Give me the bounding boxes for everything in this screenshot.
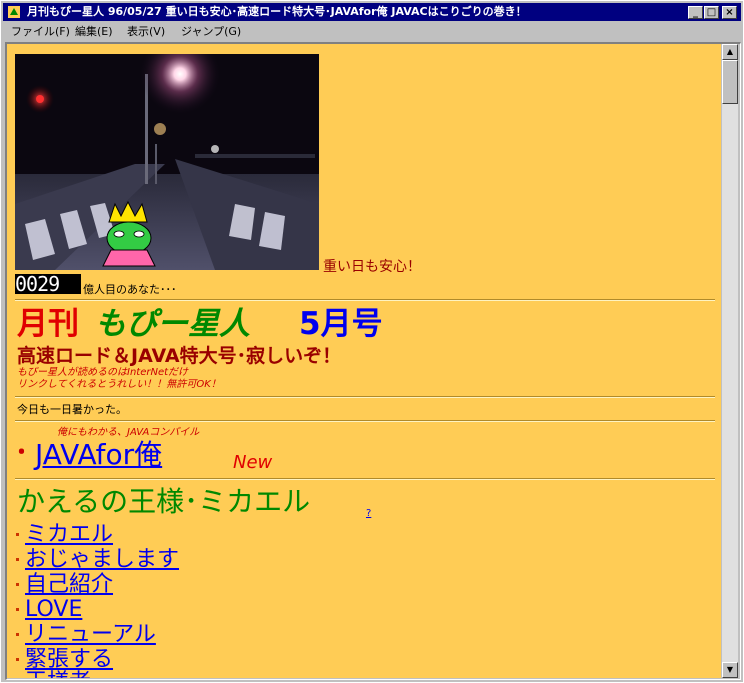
subtitle: 高速ロード＆JAVA特大号･寂しいぞ！ [17,345,342,367]
minimize-button[interactable]: _ [688,6,703,19]
divider [15,396,715,398]
scroll-up-button[interactable]: ▲ [722,44,738,60]
link-love[interactable]: LOVE [25,597,82,623]
scroll-down-button[interactable]: ▼ [722,662,738,678]
list-bullet [16,533,19,536]
link-renewal[interactable]: リニューアル [25,622,156,648]
title-gekkan: 月刊 [17,306,79,342]
photo-illustration [15,54,319,270]
java-for-me-link[interactable]: JAVAfor俺 [35,438,162,472]
scroll-thumb[interactable] [722,60,738,104]
menu-file[interactable]: ファイル(F) [11,22,70,41]
menu-edit[interactable]: 編集(E) [75,22,113,41]
link-michael[interactable]: ミカエル [25,522,113,548]
divider [15,420,715,422]
night-street-photo [15,54,319,270]
vertical-scrollbar[interactable]: ▲ ▼ [722,44,738,678]
help-link[interactable]: ? [366,508,371,520]
maximize-button[interactable]: □ [704,6,719,19]
photo-caption: 重い日も安心！ [323,259,421,275]
list-bullet [16,583,19,586]
link-king[interactable]: 王様者 [25,670,91,678]
java-bullet: ･ [15,438,29,468]
page-viewport[interactable]: 重い日も安心！ 0029 億人目のあなた･･･ 月刊 もぴー星人 5月号 高速ロ… [7,44,721,678]
menu-view[interactable]: 表示(V) [127,22,165,41]
list-bullet [16,608,19,611]
counter-suffix: 億人目のあなた･･･ [83,283,177,296]
visitor-counter: 0029 [15,274,81,294]
list-bullet [16,558,19,561]
title-bar[interactable]: 月刊もぴー星人 96/05/27 重い日も安心･高速ロード特大号･JAVAfor… [3,3,741,21]
menu-jump[interactable]: ジャンプ(G) [181,22,241,41]
menu-bar: ファイル(F) 編集(E) 表示(V) ジャンプ(G) [3,22,741,41]
list-bullet [16,633,19,636]
link-self-intro[interactable]: 自己紹介 [25,572,113,598]
new-badge: New [233,452,273,473]
close-button[interactable]: × [722,6,737,19]
title-issue: 5月号 [299,306,383,342]
note-link: リンクしてくれるとうれしい！！無許可OK！ [17,379,221,390]
app-icon [7,5,21,19]
divider [15,478,715,480]
divider [15,299,715,301]
window-title: 月刊もぴー星人 96/05/27 重い日も安心･高速ロード特大号･JAVAfor… [27,5,527,18]
list-bullet [16,658,19,661]
browser-window: 月刊もぴー星人 96/05/27 重い日も安心･高速ロード特大号･JAVAfor… [0,0,744,683]
today-message: 今日も一日暑かった。 [17,403,127,416]
link-ojamashimasu[interactable]: おじゃまします [25,547,179,573]
section-title: かえるの王様･ミカエル [17,485,311,518]
note-internet: もぴー星人が読めるのはInterNetだけ [17,367,189,378]
title-name: もぴー星人 [95,306,250,342]
